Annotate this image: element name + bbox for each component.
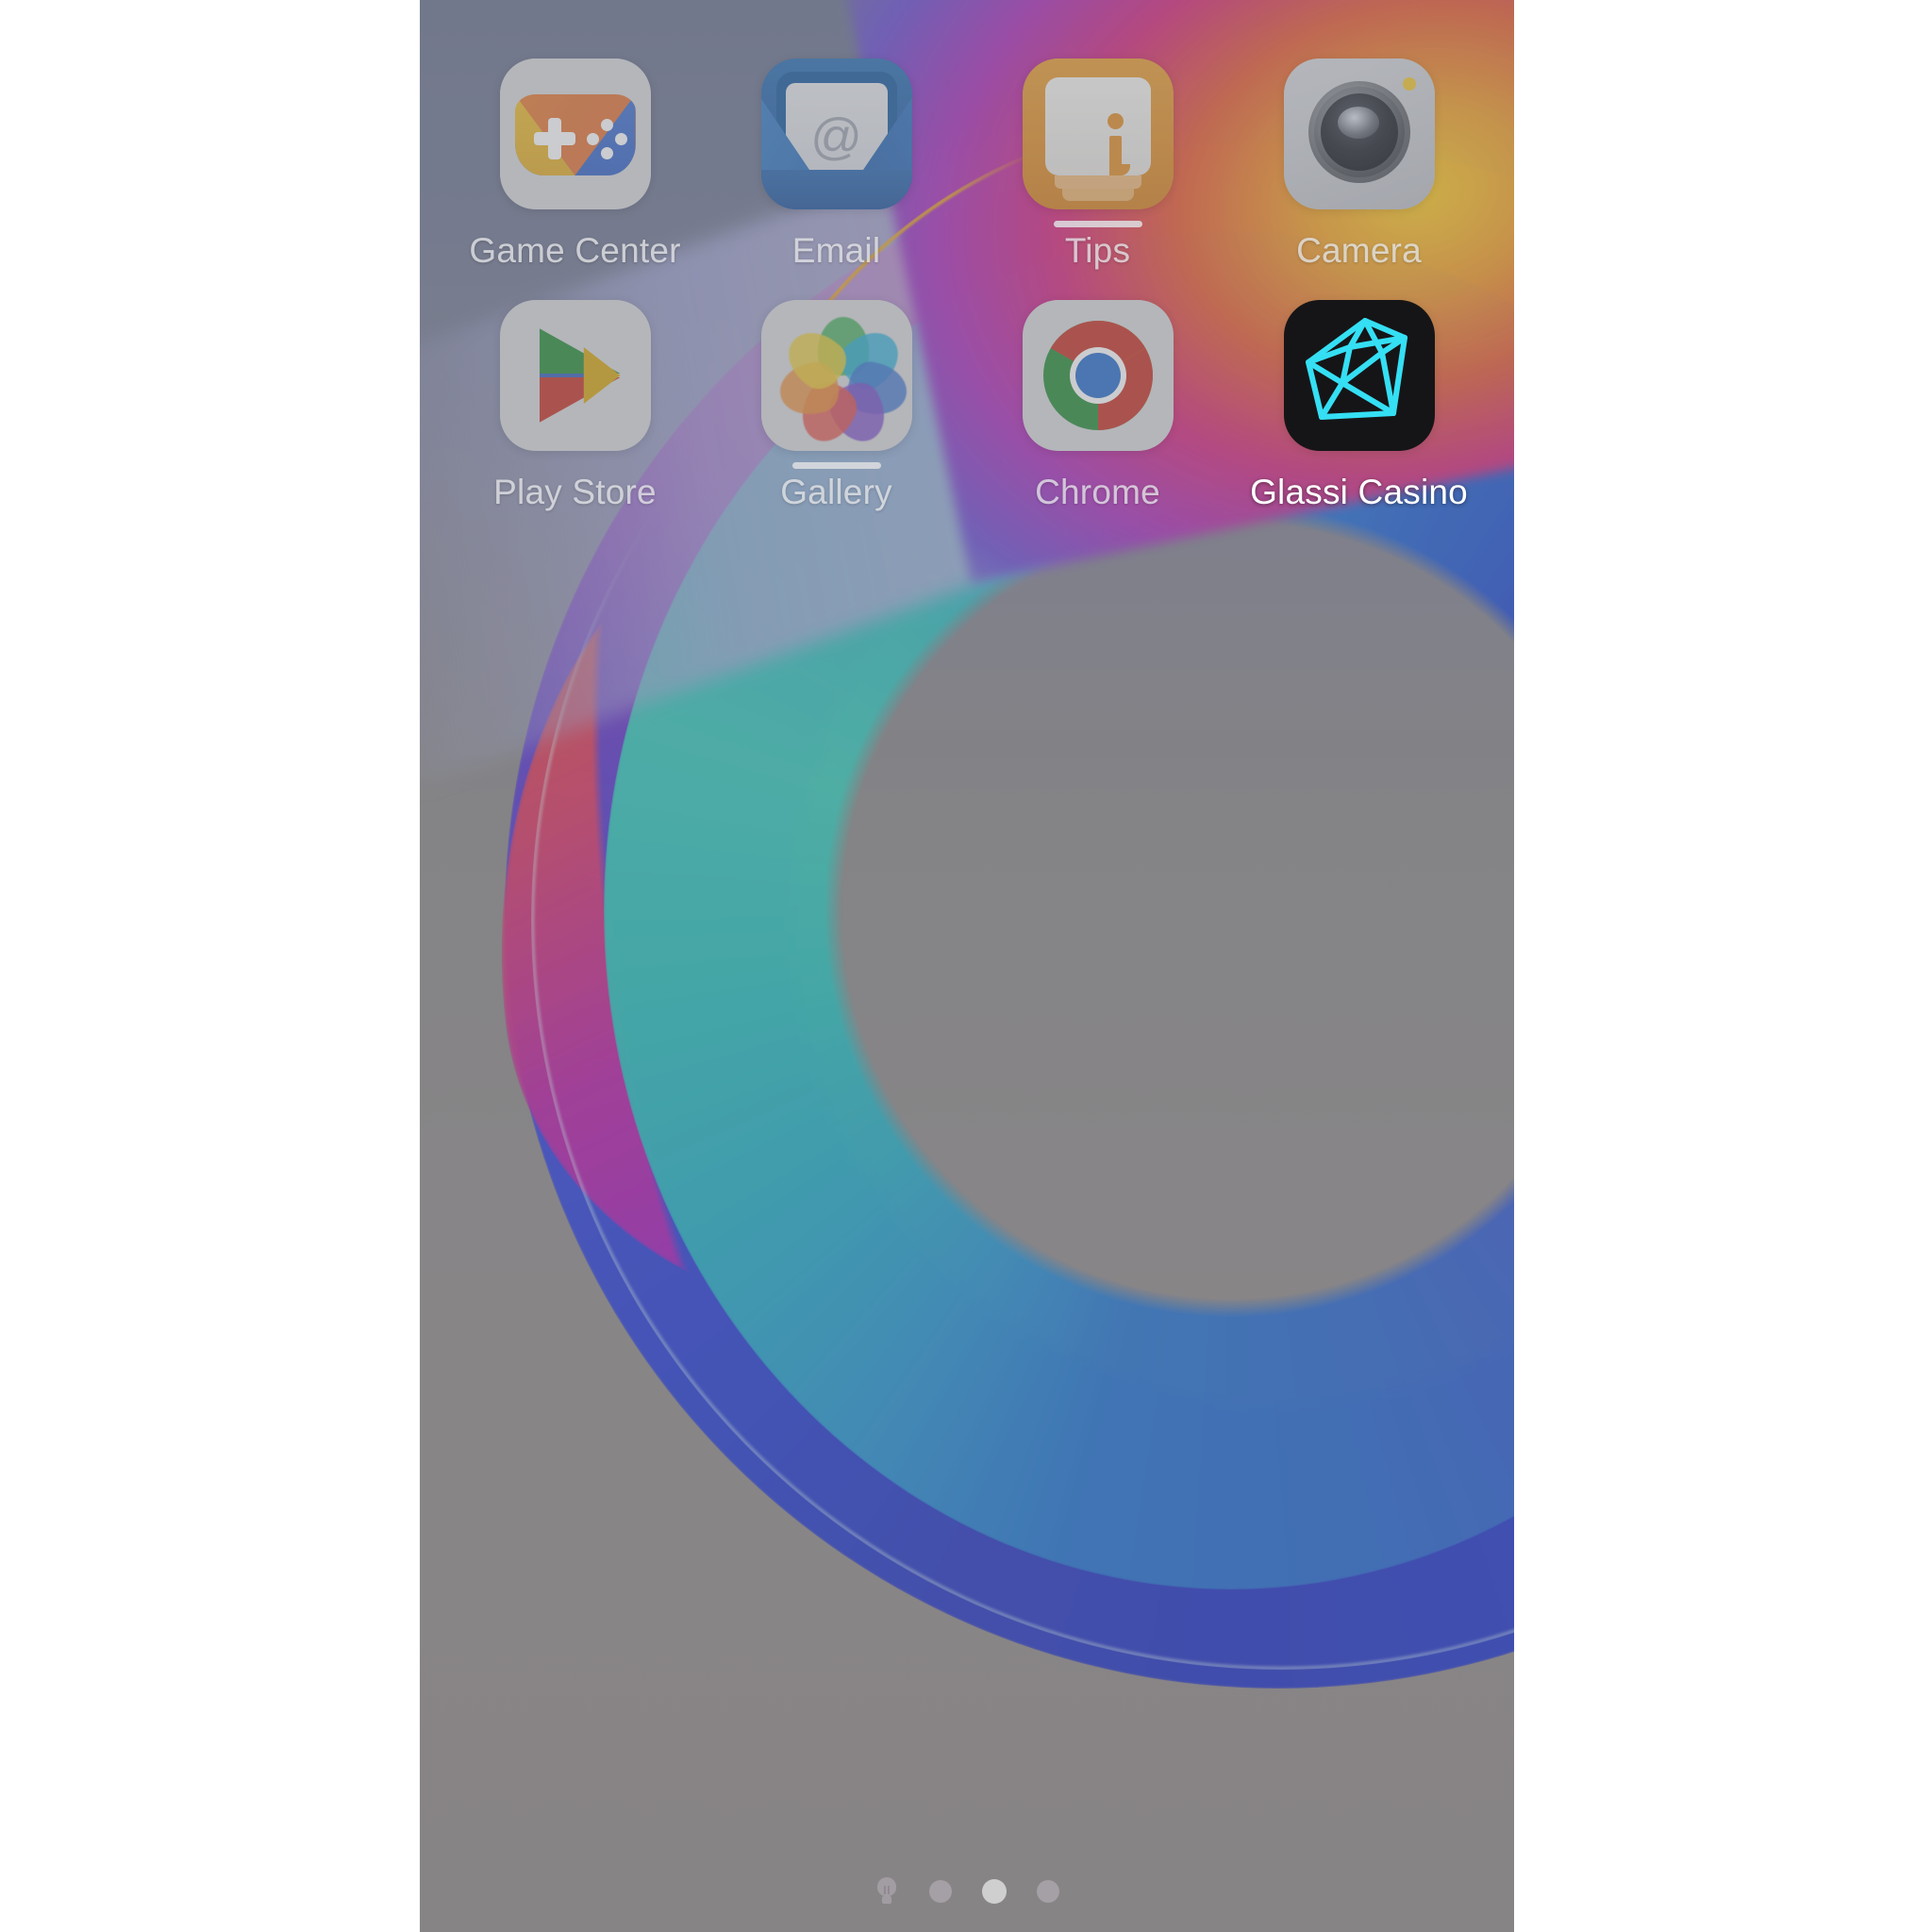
at-symbol-icon: @ (810, 108, 862, 165)
app-icon-camera[interactable]: Camera (1228, 58, 1490, 272)
camera-flash-dot (1402, 77, 1416, 91)
game-controller-icon (499, 58, 651, 209)
photos-petal-red (791, 375, 864, 451)
gamepad-dpad-vertical (547, 118, 561, 159)
gamepad-orange-wedge (514, 94, 636, 175)
camera-lens-ring (1307, 81, 1410, 183)
tips-icon-wrap (1022, 58, 1174, 227)
chrome-icon-wrap (1022, 300, 1174, 451)
app-icon-glassi-casino[interactable]: Glassi Casino (1228, 300, 1490, 513)
tips-card (1044, 77, 1151, 175)
app-icon-email[interactable]: @ Email (706, 58, 967, 272)
app-label-game-center: Game Center (469, 231, 681, 270)
chrome-logo-svg (1042, 321, 1153, 430)
gamepad-button-left (586, 133, 599, 145)
page-indicator (420, 1877, 1514, 1906)
lightbulb-filament (884, 1886, 890, 1894)
info-i-dot (1107, 113, 1124, 129)
chrome-icon (1022, 300, 1174, 451)
photos-petal-blue (842, 358, 912, 421)
photos-petal-purple (822, 375, 894, 451)
app-icon-chrome[interactable]: Chrome (967, 300, 1228, 513)
camera-lens-glint (1337, 107, 1379, 139)
app-label-tips: Tips (1064, 231, 1131, 270)
play-yellow-segment (583, 347, 621, 404)
envelope-flap-left (760, 98, 837, 209)
screenshot-canvas: Game Center @ Email Tips Camera Play Sto… (0, 0, 1932, 1932)
play-store-icon-wrap (499, 300, 651, 451)
tips-notification-bar (1053, 221, 1142, 227)
gamepad-button-down (600, 147, 613, 159)
glassi-casino-icon-wrap (1283, 300, 1435, 451)
envelope-flap-right (836, 98, 912, 209)
lightbulb-base (882, 1896, 891, 1904)
play-green-segment (539, 328, 621, 374)
gamepad-blue-wedge (575, 94, 636, 175)
camera-icon-wrap (1283, 58, 1435, 209)
photos-petal-yellow (776, 321, 855, 398)
app-icon-game-center[interactable]: Game Center (444, 58, 706, 272)
envelope-bottom (760, 170, 912, 209)
app-label-chrome: Chrome (1035, 473, 1160, 511)
gamepad-button-right (614, 133, 627, 145)
app-label-glassi-casino: Glassi Casino (1250, 473, 1468, 511)
camera-lens-glass (1320, 93, 1398, 171)
play-red-segment (539, 377, 621, 423)
game-center-icon-wrap (499, 58, 651, 209)
page-dot-1[interactable] (929, 1880, 952, 1903)
lightbulb-icon[interactable] (874, 1877, 899, 1906)
play-blue-segment (539, 328, 590, 423)
gamepad-body (514, 94, 636, 175)
cyan-diamond-icon (1283, 300, 1435, 451)
app-icon-play-store[interactable]: Play Store (444, 300, 706, 513)
tips-card-stack-2 (1061, 189, 1134, 201)
app-icon-tips[interactable]: Tips (967, 58, 1228, 272)
gamepad-yellow-wedge (514, 94, 575, 175)
phone-screen: Game Center @ Email Tips Camera Play Sto… (420, 0, 1514, 1932)
gallery-icon-wrap (760, 300, 912, 469)
envelope-letter: @ (785, 83, 888, 181)
envelope-back (775, 72, 897, 209)
gamepad-button-up (600, 119, 613, 131)
app-icon-gallery[interactable]: Gallery (706, 300, 967, 513)
tips-card-stack-1 (1054, 175, 1141, 189)
diamond-outline-svg (1305, 318, 1407, 420)
info-card-icon (1022, 58, 1174, 209)
camera-lens-icon (1283, 58, 1435, 209)
app-label-play-store: Play Store (493, 473, 657, 511)
info-i-foot (1108, 164, 1130, 175)
photos-petal-green (817, 317, 869, 375)
app-label-email: Email (791, 231, 881, 270)
envelope-at-icon: @ (760, 58, 912, 209)
email-icon-wrap: @ (760, 58, 912, 209)
page-dot-2[interactable] (982, 1879, 1007, 1904)
app-label-gallery: Gallery (780, 473, 892, 511)
pinwheel-photos-icon (760, 300, 912, 451)
photos-petal-cyan (831, 321, 909, 398)
info-i-stem (1108, 136, 1122, 174)
page-dot-3[interactable] (1037, 1880, 1059, 1903)
play-triangle-icon (499, 300, 651, 451)
gamepad-dpad-horizontal (533, 132, 575, 145)
gallery-notification-bar (791, 462, 881, 469)
app-label-camera: Camera (1296, 231, 1422, 270)
photos-petal-orange (774, 358, 843, 421)
play-triangle (539, 328, 621, 423)
app-grid: Game Center @ Email Tips Camera Play Sto… (420, 0, 1514, 513)
